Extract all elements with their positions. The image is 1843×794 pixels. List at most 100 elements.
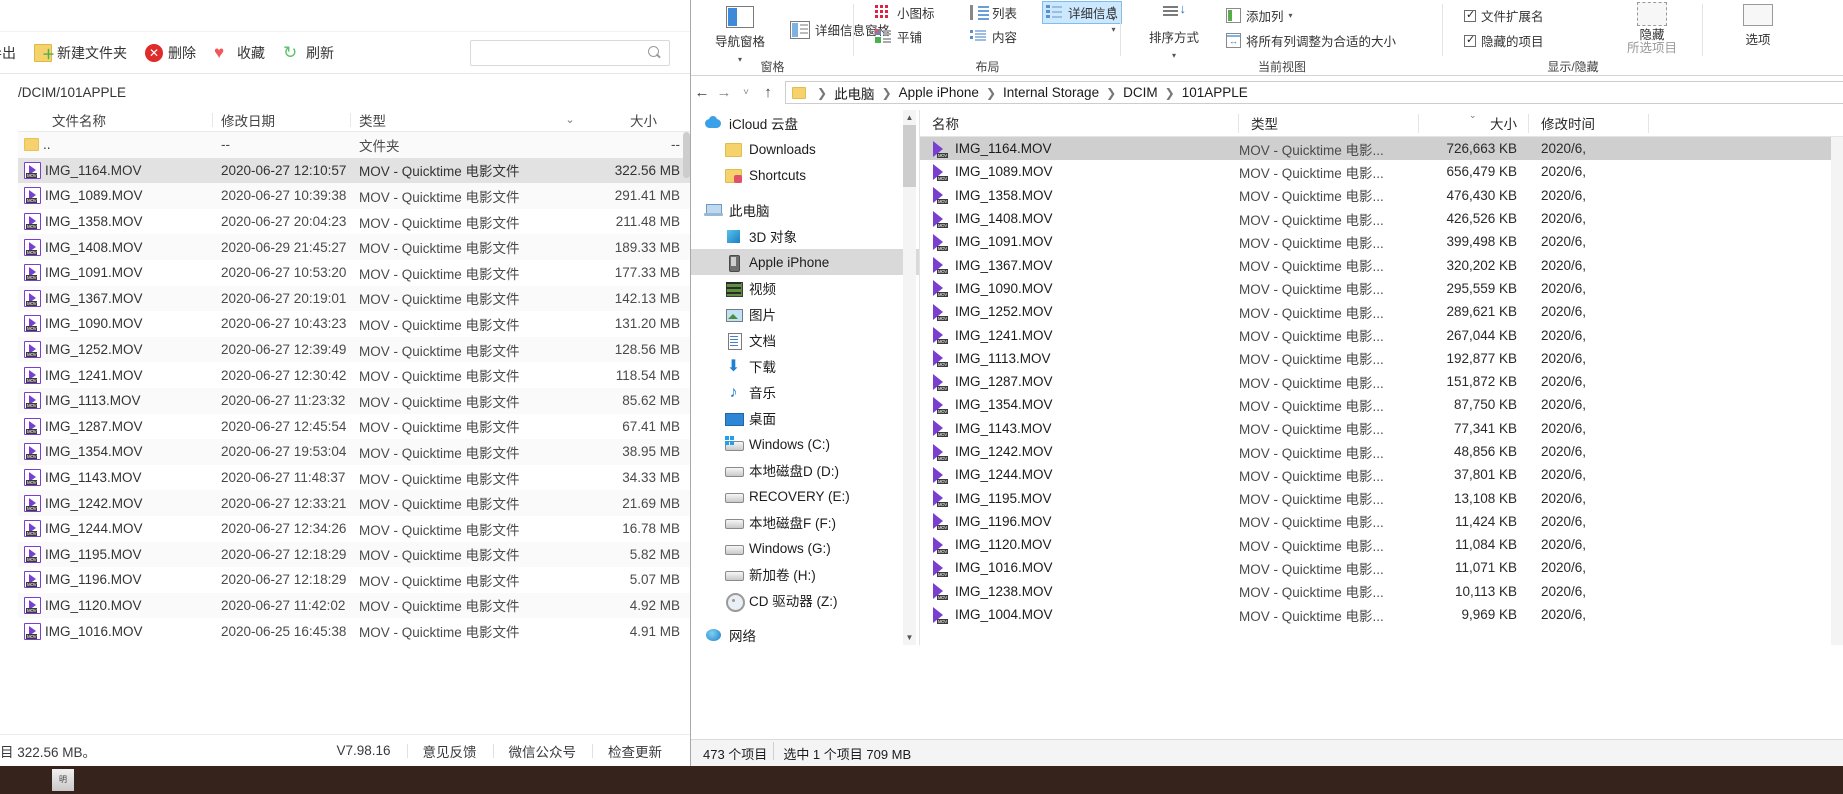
file-list[interactable]: IMG_1164.MOV MOV - Quicktime 电影... 726,663… <box>920 137 1831 645</box>
table-row[interactable]: IMG_1241.MOV MOV - Quicktime 电影... 267,044… <box>920 323 1831 346</box>
refresh-button[interactable]: ↻ 刷新 <box>274 39 343 67</box>
taskbar-icon[interactable]: 明 <box>52 769 74 791</box>
nav-item-18[interactable]: CD 驱动器 (Z:) <box>691 587 919 613</box>
options-button[interactable]: 选项 <box>1723 2 1793 48</box>
new-folder-button[interactable]: 新建文件夹 <box>25 39 136 67</box>
table-row[interactable]: IMG_1120.MOV MOV - Quicktime 电影... 11,084 … <box>920 533 1831 556</box>
nav-item-7[interactable]: 图片 <box>691 301 919 327</box>
table-row[interactable]: IMG_1241.MOV 2020-06-27 12:30:42 MOV - Qui… <box>18 362 690 388</box>
nav-item-11[interactable]: 桌面 <box>691 405 919 431</box>
navigation-tree[interactable]: iCloud 云盘 Downloads Shortcuts 此电脑 3D 对象 Apple… <box>691 110 919 645</box>
table-row[interactable]: IMG_1120.MOV 2020-06-27 11:42:02 MOV - Qui… <box>18 592 690 619</box>
nav-item-6[interactable]: 视频 <box>691 275 919 301</box>
nav-item-2[interactable]: Shortcuts <box>691 162 919 188</box>
column-header-size[interactable]: ⌄ 大小 <box>1419 110 1529 137</box>
nav-item-19[interactable]: 网络 <box>691 622 919 645</box>
nav-item-16[interactable]: Windows (G:) <box>691 535 919 561</box>
column-chevron-icon[interactable]: ⌄ <box>549 113 591 126</box>
table-row[interactable]: IMG_1242.MOV MOV - Quicktime 电影... 48,856 … <box>920 440 1831 463</box>
column-header-type[interactable]: 类型 <box>350 110 549 130</box>
table-row[interactable]: IMG_1252.MOV 2020-06-27 12:39:49 MOV - Qui… <box>18 336 690 363</box>
table-row[interactable]: IMG_1004.MOV MOV - Quicktime 电影... 9,969 K… <box>920 603 1831 626</box>
forward-button[interactable]: → <box>713 82 735 104</box>
table-row[interactable]: IMG_1091.MOV MOV - Quicktime 电影... 399,498… <box>920 230 1831 253</box>
scrollbar-thumb[interactable] <box>903 125 916 187</box>
layout-gallery-arrows[interactable]: ▴ ▾ ▾ <box>1107 2 1120 35</box>
table-row[interactable]: IMG_1244.MOV 2020-06-27 12:34:26 MOV - Qui… <box>18 516 690 542</box>
table-row[interactable]: IMG_1287.MOV MOV - Quicktime 电影... 151,872… <box>920 370 1831 393</box>
nav-item-1[interactable]: Downloads <box>691 136 919 162</box>
table-row[interactable]: IMG_1408.MOV 2020-06-29 21:45:27 MOV - Qui… <box>18 234 690 260</box>
fit-columns-button[interactable]: 将所有列调整为合适的大小 <box>1223 30 1399 51</box>
layout-list[interactable]: 列表 <box>967 2 1020 23</box>
table-row[interactable]: IMG_1016.MOV 2020-06-25 16:45:38 MOV - Qui… <box>18 618 690 644</box>
back-button[interactable]: ← <box>691 82 713 104</box>
column-header-date[interactable]: 修改日期 <box>212 110 359 130</box>
table-row[interactable]: IMG_1354.MOV 2020-06-27 19:53:04 MOV - Qui… <box>18 439 690 465</box>
search-input[interactable] <box>477 41 642 65</box>
table-row[interactable]: IMG_1244.MOV MOV - Quicktime 电影... 37,801 … <box>920 463 1831 486</box>
navigation-scrollbar[interactable]: ▲ ▼ <box>903 110 916 645</box>
export-button[interactable]: 导出 <box>0 39 25 67</box>
table-row[interactable]: IMG_1090.MOV MOV - Quicktime 电影... 295,559… <box>920 277 1831 300</box>
navigation-pane-button[interactable]: 导航窗格 ▾ <box>705 2 775 65</box>
column-header-name[interactable]: 名称 <box>920 110 1239 137</box>
table-row[interactable]: IMG_1195.MOV 2020-06-27 12:18:29 MOV - Qui… <box>18 541 690 568</box>
layout-tiles[interactable]: 平铺 <box>872 26 925 47</box>
add-column-button[interactable]: 添加列 ▾ <box>1223 5 1296 26</box>
column-header-date[interactable]: 修改时间 <box>1529 110 1649 137</box>
breadcrumb-item-2[interactable]: Internal Storage <box>1003 85 1099 100</box>
favorite-button[interactable]: ♥ 收藏 <box>205 39 274 67</box>
table-row[interactable]: IMG_1089.MOV 2020-06-27 10:39:38 MOV - Qui… <box>18 183 690 209</box>
scrollbar-thumb[interactable] <box>683 132 690 178</box>
table-row[interactable]: IMG_1408.MOV MOV - Quicktime 电影... 426,526… <box>920 207 1831 230</box>
breadcrumb-item-4[interactable]: 101APPLE <box>1182 85 1248 100</box>
nav-item-12[interactable]: Windows (C:) <box>691 431 919 457</box>
nav-item-3[interactable]: 此电脑 <box>691 197 919 223</box>
table-row[interactable]: IMG_1016.MOV MOV - Quicktime 电影... 11,071 … <box>920 556 1831 579</box>
table-row[interactable]: IMG_1143.MOV 2020-06-27 11:48:37 MOV - Qui… <box>18 465 690 491</box>
file-list-scrollbar[interactable] <box>683 132 690 740</box>
chevron-up-icon[interactable]: ▴ <box>1107 2 1120 13</box>
table-row[interactable]: IMG_1089.MOV MOV - Quicktime 电影... 656,479… <box>920 160 1831 183</box>
table-row[interactable]: IMG_1113.MOV 2020-06-27 11:23:32 MOV - Qui… <box>18 387 690 414</box>
chevron-down-icon[interactable]: ▾ <box>1289 11 1293 20</box>
scroll-up-icon[interactable]: ▲ <box>903 110 916 125</box>
column-header-name[interactable]: 文件名称 <box>18 110 221 130</box>
checkbox-icon[interactable] <box>1464 8 1476 22</box>
table-row[interactable]: IMG_1238.MOV MOV - Quicktime 电影... 10,113 … <box>920 580 1831 603</box>
nav-item-0[interactable]: iCloud 云盘 <box>691 110 919 136</box>
table-row[interactable]: IMG_1196.MOV 2020-06-27 12:18:29 MOV - Qui… <box>18 567 690 593</box>
table-row[interactable]: IMG_1287.MOV 2020-06-27 12:45:54 MOV - Qui… <box>18 414 690 440</box>
table-row[interactable]: .. -- 文件夹 -- <box>18 132 690 158</box>
table-row[interactable]: IMG_1358.MOV MOV - Quicktime 电影... 476,430… <box>920 184 1831 207</box>
table-row[interactable]: IMG_1358.MOV 2020-06-27 20:04:23 MOV - Qui… <box>18 209 690 235</box>
checkbox-icon[interactable] <box>1464 33 1476 47</box>
table-row[interactable]: IMG_1164.MOV 2020-06-27 12:10:57 MOV - Qui… <box>18 157 690 184</box>
table-row[interactable]: IMG_1090.MOV 2020-06-27 10:43:23 MOV - Qui… <box>18 311 690 337</box>
table-row[interactable]: IMG_1354.MOV MOV - Quicktime 电影... 87,750 … <box>920 393 1831 416</box>
breadcrumb-item-3[interactable]: DCIM <box>1123 85 1158 100</box>
table-row[interactable]: IMG_1367.MOV MOV - Quicktime 电影... 320,202… <box>920 253 1831 276</box>
table-row[interactable]: IMG_1195.MOV MOV - Quicktime 电影... 13,108 … <box>920 486 1831 509</box>
recent-locations-button[interactable]: ˅ <box>735 82 757 104</box>
nav-item-10[interactable]: ♪ 音乐 <box>691 379 919 405</box>
nav-item-4[interactable]: 3D 对象 <box>691 223 919 249</box>
table-row[interactable]: IMG_1143.MOV MOV - Quicktime 电影... 77,341 … <box>920 417 1831 440</box>
breadcrumb-item-0[interactable]: 此电脑 <box>834 83 875 103</box>
check-update-link[interactable]: 检查更新 <box>592 741 678 761</box>
nav-item-15[interactable]: 本地磁盘F (F:) <box>691 509 919 535</box>
nav-item-17[interactable]: 新加卷 (H:) <box>691 561 919 587</box>
table-row[interactable]: IMG_1367.MOV 2020-06-27 20:19:01 MOV - Qui… <box>18 285 690 312</box>
navigation-pane[interactable]: iCloud 云盘 Downloads Shortcuts 此电脑 3D 对象 Apple… <box>691 110 919 645</box>
nav-item-8[interactable]: 文档 <box>691 327 919 353</box>
breadcrumb[interactable]: ❯ 此电脑 ❯ Apple iPhone ❯ Internal Storage … <box>785 81 1843 104</box>
nav-item-14[interactable]: RECOVERY (E:) <box>691 483 919 509</box>
gallery-expand-icon[interactable]: ▾ <box>1107 24 1120 35</box>
nav-item-9[interactable]: ⬇ 下载 <box>691 353 919 379</box>
up-button[interactable]: ↑ <box>757 82 779 104</box>
search-box[interactable] <box>470 40 670 66</box>
file-list-pane[interactable]: 名称 类型 ⌄ 大小 修改时间 IMG_1164.MOV MOV - Quickt… <box>919 110 1843 645</box>
table-row[interactable]: IMG_1252.MOV MOV - Quicktime 电影... 289,621… <box>920 300 1831 323</box>
hide-selected-items-button[interactable]: 隐藏 所选项目 <box>1615 0 1689 55</box>
